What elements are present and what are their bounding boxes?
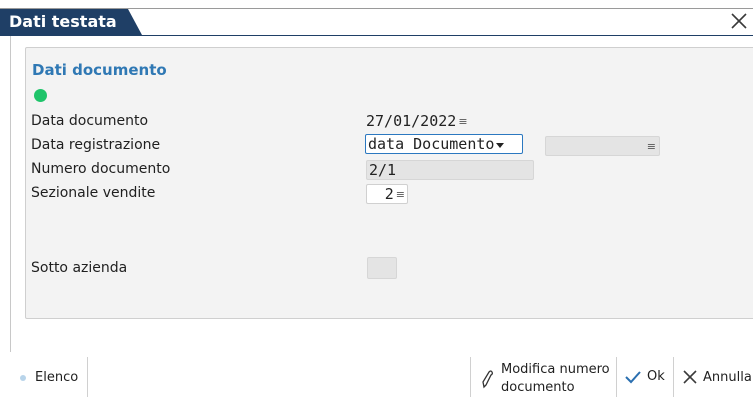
- annulla-label: Annulla: [703, 369, 752, 385]
- elenco-button[interactable]: Elenco: [20, 370, 78, 385]
- window-top-border: [0, 8, 753, 9]
- window-title: Dati testata: [9, 12, 117, 31]
- modifica-label-line1: Modifica numero: [501, 362, 610, 377]
- close-icon: [731, 13, 747, 29]
- ok-button[interactable]: Ok: [624, 369, 665, 384]
- sotto-azienda-field: [367, 257, 397, 279]
- data-documento-field: 27/01/2022 ≡: [366, 111, 486, 131]
- menu-icon: ≡: [646, 139, 656, 153]
- checkmark-icon: [625, 370, 641, 383]
- modifica-numero-documento-button[interactable]: Modifica numero documento: [480, 361, 610, 397]
- sezionale-vendite-value: 2: [384, 185, 394, 203]
- label-data-documento: Data documento: [31, 113, 149, 129]
- menu-icon: ≡: [395, 187, 405, 201]
- annulla-button[interactable]: Annulla: [682, 369, 752, 385]
- numero-documento-value: 2/1: [369, 161, 397, 179]
- section-title: Dati documento: [32, 61, 167, 79]
- modifica-label-line2: documento: [501, 380, 575, 395]
- chevron-down-icon: [496, 142, 505, 148]
- bullet-icon: [20, 374, 26, 381]
- numero-documento-field: 2/1: [366, 160, 534, 180]
- data-registrazione-date-field: ≡: [545, 136, 660, 156]
- footer-divider: [616, 357, 617, 397]
- data-documento-value: 27/01/2022: [366, 112, 457, 130]
- elenco-label: Elenco: [35, 370, 79, 385]
- label-sezionale-vendite: Sezionale vendite: [31, 185, 156, 201]
- footer-divider: [673, 357, 674, 397]
- status-indicator: [34, 89, 47, 102]
- menu-icon: ≡: [458, 114, 468, 128]
- ok-label: Ok: [647, 369, 665, 384]
- pencil-icon: [482, 370, 493, 389]
- footer-divider: [470, 357, 471, 397]
- label-data-registrazione: Data registrazione: [31, 137, 161, 153]
- window-left-edge: [10, 36, 11, 352]
- sezionale-vendite-input[interactable]: 2 ≡: [366, 184, 408, 204]
- label-numero-documento: Numero documento: [31, 161, 171, 177]
- data-registrazione-value: data Documento: [368, 135, 495, 153]
- close-button[interactable]: [728, 10, 750, 32]
- footer-divider: [87, 357, 88, 397]
- close-icon: [683, 370, 697, 384]
- label-sotto-azienda: Sotto azienda: [31, 260, 128, 276]
- data-registrazione-select[interactable]: data Documento: [365, 134, 523, 154]
- title-underline: [0, 35, 753, 36]
